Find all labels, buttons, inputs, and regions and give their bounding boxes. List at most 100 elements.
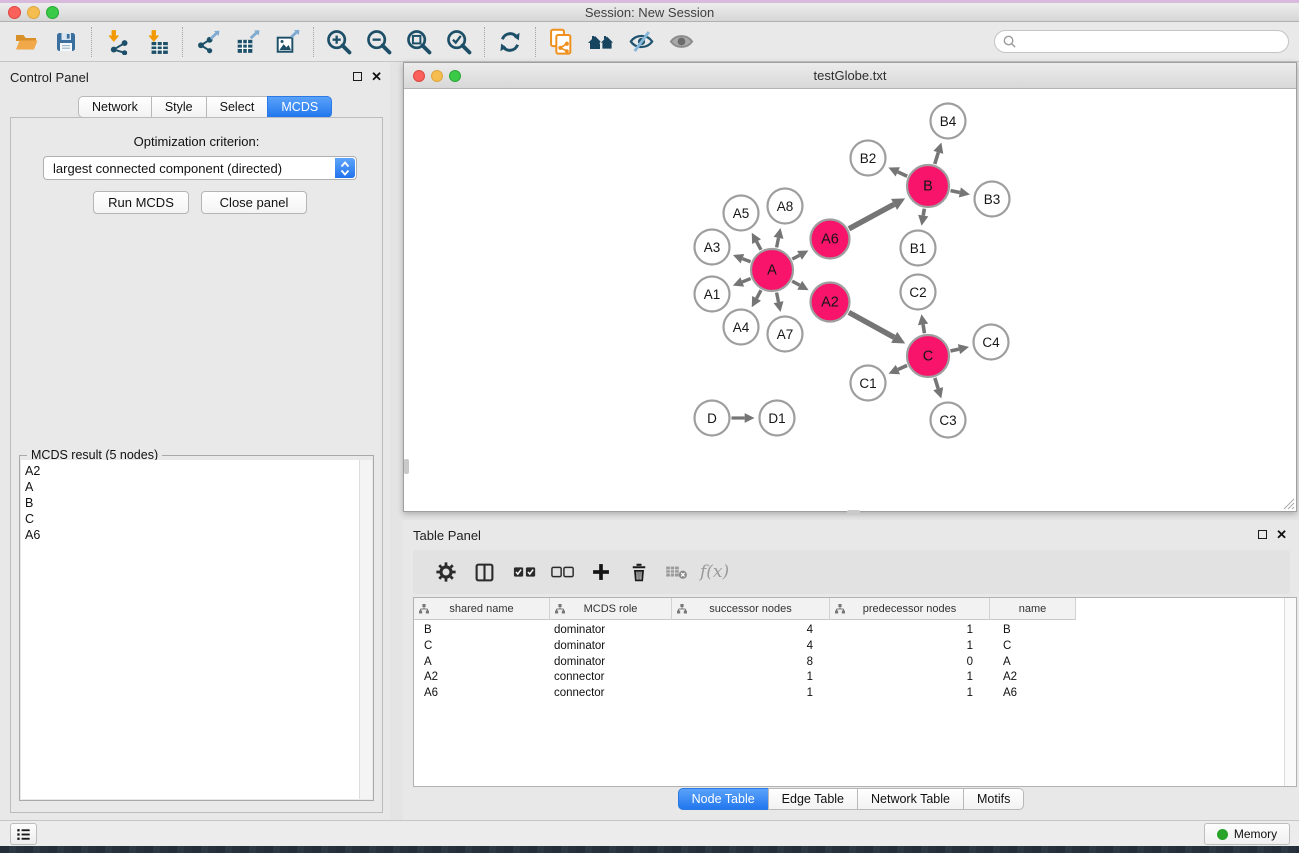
column-header-shared-name[interactable]: shared name [414, 598, 550, 620]
cell-successor-nodes[interactable]: 1 [672, 685, 830, 701]
cell-predecessor-nodes[interactable]: 1 [830, 685, 990, 701]
deselect-all-button[interactable] [544, 554, 582, 590]
cell-name[interactable]: C [990, 638, 1076, 654]
edge-B-B2[interactable] [898, 172, 907, 176]
tab-mcds[interactable]: MCDS [267, 96, 332, 118]
cell-mcds-role[interactable]: connector [550, 685, 672, 701]
cell-shared-name[interactable]: A [414, 654, 550, 670]
edge-B-B3[interactable] [951, 191, 960, 193]
cell-successor-nodes[interactable]: 4 [672, 622, 830, 638]
close-panel-button[interactable]: Close panel [201, 191, 307, 214]
hide-graphics-details-button[interactable] [621, 25, 661, 59]
zoom-selected-button[interactable] [439, 25, 479, 59]
add-column-button[interactable] [582, 554, 620, 590]
cell-mcds-role[interactable]: dominator [550, 638, 672, 654]
network-graph[interactable]: B4B2BB3A5A8A6A3AB1A1C2A4A7A2C4CC1DD1C3 [404, 89, 1296, 511]
mcds-result-item[interactable]: C [21, 511, 372, 527]
memory-button[interactable]: Memory [1204, 823, 1290, 845]
table-settings-button[interactable] [427, 554, 465, 590]
table-tab-network-table[interactable]: Network Table [857, 788, 964, 810]
edge-A6-B[interactable] [849, 204, 894, 228]
edge-C-C2[interactable] [923, 324, 924, 333]
node-table[interactable]: shared nameMCDS rolesuccessor nodesprede… [413, 597, 1297, 787]
edge-A-A2[interactable] [792, 281, 800, 285]
edge-A-A3[interactable] [742, 259, 750, 262]
criterion-dropdown[interactable]: largest connected component (directed) [43, 156, 357, 180]
cell-name[interactable]: A6 [990, 685, 1076, 701]
show-columns-button[interactable] [465, 554, 503, 590]
cell-shared-name[interactable]: B [414, 622, 550, 638]
edge-A-A4[interactable] [757, 290, 761, 298]
zoom-network-window-button[interactable] [449, 70, 461, 82]
mcds-list-scrollbar[interactable] [359, 460, 372, 799]
cell-predecessor-nodes[interactable]: 0 [830, 654, 990, 670]
tab-style[interactable]: Style [151, 96, 207, 118]
cell-mcds-role[interactable]: dominator [550, 654, 672, 670]
edge-A2-C[interactable] [849, 312, 894, 337]
table-scrollbar[interactable] [1284, 598, 1296, 786]
save-session-button[interactable] [46, 25, 86, 59]
zoom-window-button[interactable] [46, 6, 59, 19]
float-table-panel-icon[interactable] [1258, 530, 1267, 539]
tab-select[interactable]: Select [206, 96, 269, 118]
cell-successor-nodes[interactable]: 4 [672, 638, 830, 654]
clone-network-button[interactable] [541, 25, 581, 59]
edge-C-C3[interactable] [935, 378, 938, 389]
table-row[interactable]: Adominator80A [414, 654, 1076, 670]
edge-A-A5[interactable] [757, 242, 761, 250]
cell-name[interactable]: B [990, 622, 1076, 638]
run-mcds-button[interactable]: Run MCDS [93, 191, 189, 214]
cell-mcds-role[interactable]: connector [550, 669, 672, 685]
search-field[interactable] [994, 30, 1289, 53]
tab-network[interactable]: Network [78, 96, 152, 118]
table-tab-edge-table[interactable]: Edge Table [768, 788, 858, 810]
column-header-name[interactable]: name [990, 598, 1076, 620]
import-table-button[interactable] [137, 25, 177, 59]
cell-successor-nodes[interactable]: 1 [672, 669, 830, 685]
cell-predecessor-nodes[interactable]: 1 [830, 622, 990, 638]
network-vertical-scroll-nub[interactable] [404, 459, 409, 474]
select-all-button[interactable] [506, 554, 544, 590]
cell-shared-name[interactable]: A6 [414, 685, 550, 701]
table-row[interactable]: Cdominator41C [414, 638, 1076, 654]
delete-columns-button[interactable] [620, 554, 658, 590]
column-header-mcds-role[interactable]: MCDS role [550, 598, 672, 620]
table-row[interactable]: A6connector11A6 [414, 685, 1076, 701]
zoom-fit-button[interactable] [399, 25, 439, 59]
cell-name[interactable]: A [990, 654, 1076, 670]
mcds-result-list[interactable]: A2ABCA6 [21, 460, 372, 799]
mcds-result-item[interactable]: A2 [21, 463, 372, 479]
edge-B-B1[interactable] [923, 209, 924, 216]
home-button[interactable] [581, 25, 621, 59]
network-canvas[interactable]: B4B2BB3A5A8A6A3AB1A1C2A4A7A2C4CC1DD1C3 [404, 89, 1296, 511]
zoom-in-button[interactable] [319, 25, 359, 59]
mcds-result-item[interactable]: A6 [21, 527, 372, 543]
table-row[interactable]: Bdominator41B [414, 622, 1076, 638]
cell-shared-name[interactable]: A2 [414, 669, 550, 685]
network-window-titlebar[interactable]: testGlobe.txt [404, 63, 1296, 89]
table-tab-node-table[interactable]: Node Table [678, 788, 769, 810]
edge-A-A7[interactable] [777, 293, 779, 303]
mcds-result-item[interactable]: B [21, 495, 372, 511]
column-header-successor-nodes[interactable]: successor nodes [672, 598, 830, 620]
cell-predecessor-nodes[interactable]: 1 [830, 669, 990, 685]
cell-shared-name[interactable]: C [414, 638, 550, 654]
zoom-out-button[interactable] [359, 25, 399, 59]
task-history-button[interactable] [10, 823, 37, 845]
cell-successor-nodes[interactable]: 8 [672, 654, 830, 670]
export-table-button[interactable] [228, 25, 268, 59]
edge-A-A1[interactable] [742, 279, 750, 282]
edge-B-B4[interactable] [935, 152, 939, 164]
open-session-button[interactable] [6, 25, 46, 59]
cell-name[interactable]: A2 [990, 669, 1076, 685]
edge-A-A8[interactable] [777, 238, 779, 248]
minimize-window-button[interactable] [27, 6, 40, 19]
close-panel-icon[interactable]: ✕ [371, 71, 382, 82]
float-panel-icon[interactable] [353, 72, 362, 81]
network-horizontal-scroll-nub[interactable] [847, 510, 860, 515]
edge-A-A6[interactable] [792, 255, 799, 259]
mcds-result-item[interactable]: A [21, 479, 372, 495]
close-network-window-button[interactable] [413, 70, 425, 82]
search-input[interactable] [1017, 33, 1288, 51]
import-network-button[interactable] [97, 25, 137, 59]
